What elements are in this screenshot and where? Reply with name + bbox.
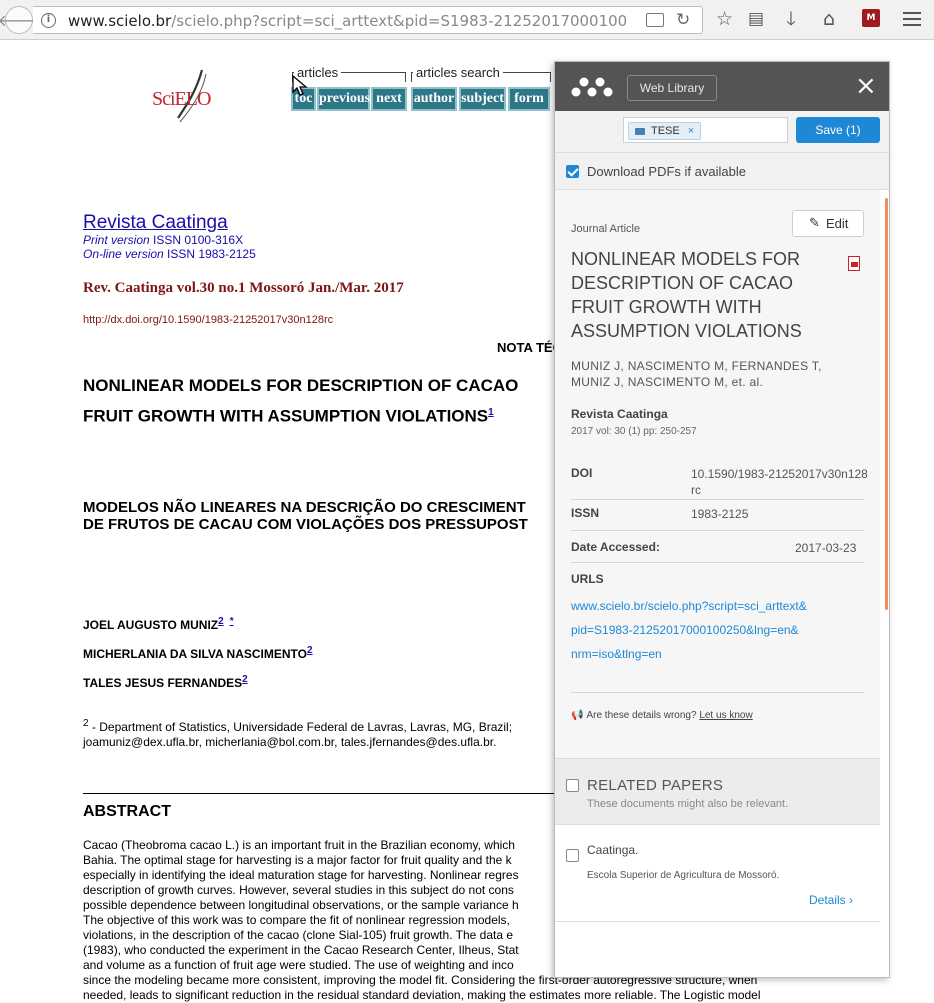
date-accessed-value: 2017-03-23 xyxy=(795,541,857,555)
save-button[interactable]: Save (1) xyxy=(796,117,880,143)
document-publication-info: 2017 vol: 30 (1) pp: 250-257 xyxy=(571,426,697,437)
related-paper-item: Caatinga. Escola Superior de Agricultura… xyxy=(555,825,880,922)
document-details: Journal Article ✎ Edit NONLINEAR MODELS F… xyxy=(555,190,880,758)
nav-group-search-label: articles search xyxy=(413,65,503,80)
related-papers-section: RELATED PAPERS These documents might als… xyxy=(555,758,880,825)
mendeley-logo-icon xyxy=(571,77,613,97)
megaphone-icon: 📢 xyxy=(571,710,584,721)
related-papers-subtitle: These documents might also be relevant. xyxy=(587,798,789,810)
doi-label: DOI xyxy=(571,466,593,480)
scielo-logo[interactable]: SciELO xyxy=(152,68,222,128)
reload-icon[interactable]: ↻ xyxy=(676,10,690,30)
mendeley-extension-icon[interactable]: M xyxy=(862,9,880,27)
related-paper-title: Caatinga. xyxy=(587,843,639,857)
download-icon[interactable]: 🡓 xyxy=(786,8,796,30)
reader-view-icon[interactable] xyxy=(646,13,664,27)
author-line: JOEL AUGUSTO MUNIZ2 * xyxy=(83,616,234,632)
doi-link[interactable]: http://dx.doi.org/10.1590/1983-21252017v… xyxy=(83,314,333,326)
folder-tag-input[interactable]: TESE × xyxy=(623,117,788,143)
url-bar[interactable]: i www.scielo.br/scielo.php?script=sci_ar… xyxy=(33,6,703,34)
download-pdfs-checkbox[interactable] xyxy=(566,165,579,178)
abstract-heading: ABSTRACT xyxy=(83,803,171,820)
document-title: NONLINEAR MODELS FOR DESCRIPTION OF CACA… xyxy=(571,249,802,341)
date-accessed-label: Date Accessed: xyxy=(571,540,660,554)
back-button[interactable]: 🡐 xyxy=(0,6,40,34)
previous-button[interactable]: previous xyxy=(317,87,370,111)
divider xyxy=(571,562,864,563)
chevron-right-icon: › xyxy=(849,893,854,907)
author-button[interactable]: author xyxy=(411,87,457,111)
folder-tag: TESE × xyxy=(628,122,702,140)
online-issn: On-line version ISSN 1983-2125 xyxy=(83,247,256,261)
download-pdfs-label: Download PDFs if available xyxy=(587,164,746,179)
corresponding-author-link[interactable]: * xyxy=(230,616,234,627)
divider xyxy=(571,499,864,500)
article-title: NONLINEAR MODELS FOR DESCRIPTION OF CACA… xyxy=(83,376,519,426)
download-pdfs-row: Download PDFs if available xyxy=(555,153,889,190)
hamburger-menu-icon[interactable] xyxy=(903,12,921,26)
divider xyxy=(571,692,864,693)
author-line: MICHERLANIA DA SILVA NASCIMENTO2 xyxy=(83,645,313,661)
title-footnote-link[interactable]: 1 xyxy=(488,407,494,418)
let-us-know-link[interactable]: Let us know xyxy=(699,710,752,721)
details-link[interactable]: Details › xyxy=(809,893,853,907)
browser-toolbar: 🡐 i www.scielo.br/scielo.php?script=sci_… xyxy=(0,0,934,40)
journal-title-link[interactable]: Revista Caatinga xyxy=(83,212,228,234)
web-library-button[interactable]: Web Library xyxy=(627,75,717,101)
panel-header: Web Library × xyxy=(555,62,889,111)
document-authors: MUNIZ J, NASCIMENTO M, FERNANDES T, MUNI… xyxy=(571,359,822,389)
bookmark-star-icon[interactable]: ☆ xyxy=(716,8,733,30)
doi-value: 10.1590/1983-21252017v30n128rc xyxy=(691,467,868,497)
author-affil-link[interactable]: 2 xyxy=(218,616,224,627)
related-papers-checkbox[interactable] xyxy=(566,779,579,792)
divider xyxy=(571,530,864,531)
edit-button[interactable]: ✎ Edit xyxy=(792,210,864,237)
author-line: TALES JESUS FERNANDES2 xyxy=(83,674,248,690)
folder-icon xyxy=(635,127,645,135)
mendeley-importer-panel: Web Library × TESE × Save (1) Download PD… xyxy=(554,61,890,978)
urls-label: URLS xyxy=(571,572,604,586)
document-type: Journal Article xyxy=(571,223,641,235)
close-icon[interactable]: × xyxy=(855,71,877,101)
save-row: TESE × Save (1) xyxy=(555,111,889,153)
next-button[interactable]: next xyxy=(371,87,407,111)
pdf-icon[interactable] xyxy=(848,256,860,271)
info-icon[interactable]: i xyxy=(41,13,56,28)
section-label: NOTA TÉC xyxy=(497,340,562,355)
portuguese-title: MODELOS NÃO LINEARES NA DESCRIÇÃO DO CRE… xyxy=(83,499,528,533)
home-icon[interactable]: ⌂ xyxy=(823,8,835,30)
author-affil-link[interactable]: 2 xyxy=(307,645,313,656)
related-papers-heading: RELATED PAPERS xyxy=(587,777,724,794)
subject-button[interactable]: subject xyxy=(459,87,506,111)
form-button[interactable]: form xyxy=(508,87,550,111)
remove-tag-icon[interactable]: × xyxy=(688,125,694,137)
author-affil-link[interactable]: 2 xyxy=(242,674,248,685)
document-journal: Revista Caatinga xyxy=(571,407,668,421)
pencil-icon: ✎ xyxy=(809,216,820,231)
feedback-line: 📢 Are these details wrong? Let us know xyxy=(571,710,753,721)
panel-scrollbar[interactable] xyxy=(885,198,888,610)
related-paper-source: Escola Superior de Agricultura de Mossor… xyxy=(587,870,780,881)
issue-info: Rev. Caatinga vol.30 no.1 Mossoró Jan./M… xyxy=(83,280,404,296)
document-url-link[interactable]: www.scielo.br/scielo.php?script=sci_artt… xyxy=(571,594,861,666)
issn-value: 1983-2125 xyxy=(691,507,749,521)
scielo-logo-text: SciELO xyxy=(152,88,211,110)
reading-list-icon[interactable]: ▤ xyxy=(748,8,764,30)
mouse-cursor-icon xyxy=(292,75,308,96)
issn-label: ISSN xyxy=(571,506,600,520)
print-issn: Print version ISSN 0100-316X xyxy=(83,233,244,247)
url-text[interactable]: www.scielo.br/scielo.php?script=sci_artt… xyxy=(68,12,628,30)
related-paper-checkbox[interactable] xyxy=(566,849,579,862)
